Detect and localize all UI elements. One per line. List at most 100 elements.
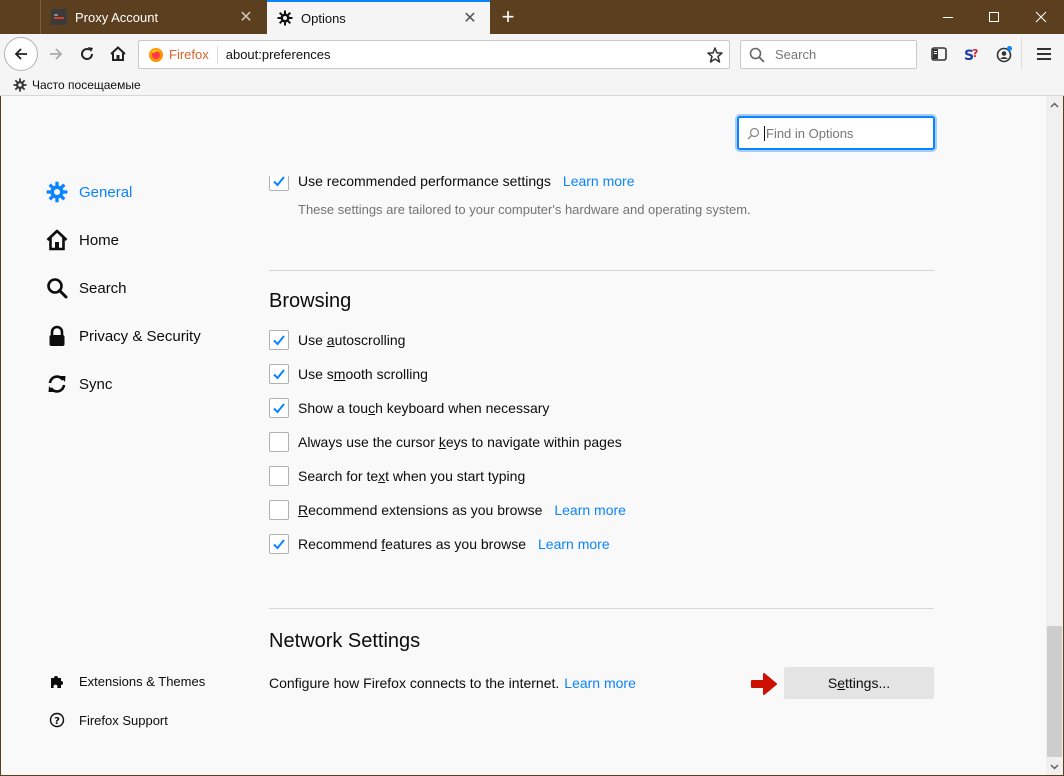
- browsing-option-checkbox[interactable]: [269, 364, 289, 384]
- search-icon: [749, 47, 765, 63]
- learn-more-link[interactable]: Learn more: [563, 176, 635, 189]
- maximize-button[interactable]: [971, 0, 1017, 34]
- close-tab-icon[interactable]: ✕: [232, 3, 260, 31]
- account-button[interactable]: [992, 42, 1016, 66]
- title-bar: Proxy Account ✕ Options ✕ +: [0, 0, 1064, 34]
- vertical-scrollbar[interactable]: [1046, 96, 1063, 775]
- forward-arrow-icon: [50, 48, 63, 60]
- learn-more-link[interactable]: Learn more: [564, 675, 636, 691]
- browsing-option-row: Always use the cursor keys to navigate w…: [269, 432, 622, 452]
- sidebar-button[interactable]: [927, 42, 951, 66]
- checkbox-label: Use recommended performance settings: [298, 173, 551, 189]
- navigation-toolbar: Firefox about:preferences Search S?: [0, 34, 1064, 74]
- tab-title: Proxy Account: [75, 9, 159, 25]
- button-accesskey: e: [837, 675, 845, 691]
- help-icon: ?: [49, 712, 65, 728]
- network-description: Configure how Firefox connects to the in…: [269, 675, 636, 691]
- scrollbar-thumb[interactable]: [1047, 626, 1062, 757]
- url-bar[interactable]: Firefox about:preferences: [138, 40, 730, 69]
- home-icon: [110, 46, 126, 61]
- bookmark-most-visited[interactable]: Часто посещаемые: [32, 78, 141, 92]
- maximize-icon: [989, 12, 999, 22]
- sidebar-item-home[interactable]: Home: [45, 228, 119, 252]
- checkbox-label[interactable]: Recommend extensions as you browse: [298, 502, 542, 518]
- home-button[interactable]: [102, 38, 134, 70]
- sidebar-item-general[interactable]: General: [45, 180, 132, 204]
- minimize-button[interactable]: [925, 0, 971, 34]
- bookmark-star-button[interactable]: [701, 46, 729, 63]
- search-icon: [45, 276, 69, 300]
- checkmark-icon: [273, 369, 285, 380]
- browsing-option-checkbox[interactable]: [269, 398, 289, 418]
- close-window-button[interactable]: [1018, 0, 1064, 34]
- toolbar-separator: [1021, 38, 1022, 70]
- label-text: Use: [298, 332, 327, 348]
- label-text: Use s: [298, 366, 334, 382]
- firefox-logo-icon: [149, 47, 163, 62]
- sidebar-extensions-themes[interactable]: Extensions & Themes: [49, 673, 205, 689]
- sidebar-item-label: Privacy & Security: [79, 327, 201, 345]
- browsing-option-row: Use autoscrolling: [269, 330, 405, 350]
- browsing-heading: Browsing: [269, 290, 352, 312]
- home-icon: [45, 228, 69, 252]
- learn-more-link[interactable]: Learn more: [538, 536, 610, 552]
- menu-button[interactable]: [1032, 42, 1056, 66]
- identity-label: Firefox: [169, 47, 209, 62]
- browsing-option-checkbox[interactable]: [269, 466, 289, 486]
- section-divider: [269, 270, 934, 271]
- annotation-arrow-icon: [751, 673, 777, 695]
- browsing-option-checkbox[interactable]: [269, 432, 289, 452]
- label-accesskey: a: [326, 332, 335, 348]
- checkbox-label[interactable]: Show a touch keyboard when necessary: [298, 400, 549, 416]
- sidebar-item-privacy-security[interactable]: Privacy & Security: [45, 324, 201, 348]
- s-extension-icon: S?: [964, 47, 978, 63]
- reload-icon: [81, 47, 94, 60]
- star-icon: [707, 46, 723, 63]
- use-recommended-performance-checkbox[interactable]: [269, 176, 289, 191]
- checkbox-label[interactable]: Always use the cursor keys to navigate w…: [298, 434, 622, 450]
- close-tab-icon[interactable]: ✕: [456, 4, 484, 32]
- back-button[interactable]: [4, 37, 38, 71]
- label-text: Always use the cursor: [298, 434, 439, 450]
- label-text: eatures as you browse: [385, 536, 527, 552]
- browsing-option-row: Recommend features as you browse Learn mo…: [269, 534, 610, 554]
- checkbox-label[interactable]: Use autoscrolling: [298, 332, 405, 348]
- sidebar-icon: [931, 47, 947, 61]
- sidebar-firefox-support[interactable]: ? Firefox Support: [49, 712, 168, 728]
- checkbox-label[interactable]: Recommend features as you browse: [298, 536, 526, 552]
- checkmark-icon: [273, 176, 285, 187]
- button-text: S: [827, 675, 838, 691]
- label-text: Search for te: [298, 468, 379, 484]
- checkbox-label[interactable]: Use smooth scrolling: [298, 366, 428, 382]
- find-in-options-input[interactable]: Find in Options: [737, 116, 935, 150]
- reload-button[interactable]: [71, 38, 103, 70]
- browsing-option-checkbox[interactable]: [269, 534, 289, 554]
- sync-icon: [45, 372, 69, 396]
- sidebar-item-search[interactable]: Search: [45, 276, 127, 300]
- label-text: Show a tou: [298, 400, 369, 416]
- tab-proxy-account[interactable]: Proxy Account ✕: [40, 0, 266, 34]
- tab-options[interactable]: Options ✕: [267, 0, 490, 34]
- scroll-down-button[interactable]: [1046, 758, 1063, 775]
- proxy-favicon-icon: [51, 9, 67, 25]
- label-accesskey: m: [333, 366, 346, 382]
- search-bar[interactable]: Search: [740, 40, 917, 69]
- network-settings-button[interactable]: Se ttings...: [784, 667, 934, 699]
- sidebar-item-sync[interactable]: Sync: [45, 372, 112, 396]
- label-accesskey: R: [298, 502, 309, 518]
- scroll-up-button[interactable]: [1046, 96, 1063, 113]
- lock-icon: [45, 324, 69, 348]
- browsing-option-checkbox[interactable]: [269, 500, 289, 520]
- label-text: eys to navigate within pages: [445, 434, 622, 450]
- sidebar-item-label: Sync: [79, 375, 113, 393]
- url-input[interactable]: about:preferences: [226, 47, 701, 62]
- label-text: ooth scrolling: [345, 366, 428, 382]
- identity-box[interactable]: Firefox: [139, 45, 218, 64]
- network-settings-heading: Network Settings: [269, 630, 421, 652]
- checkbox-label[interactable]: Search for text when you start typing: [298, 468, 525, 484]
- forward-button[interactable]: [40, 38, 72, 70]
- new-tab-button[interactable]: +: [494, 3, 522, 31]
- extension-button[interactable]: S?: [960, 42, 984, 66]
- learn-more-link[interactable]: Learn more: [554, 502, 626, 518]
- browsing-option-checkbox[interactable]: [269, 330, 289, 350]
